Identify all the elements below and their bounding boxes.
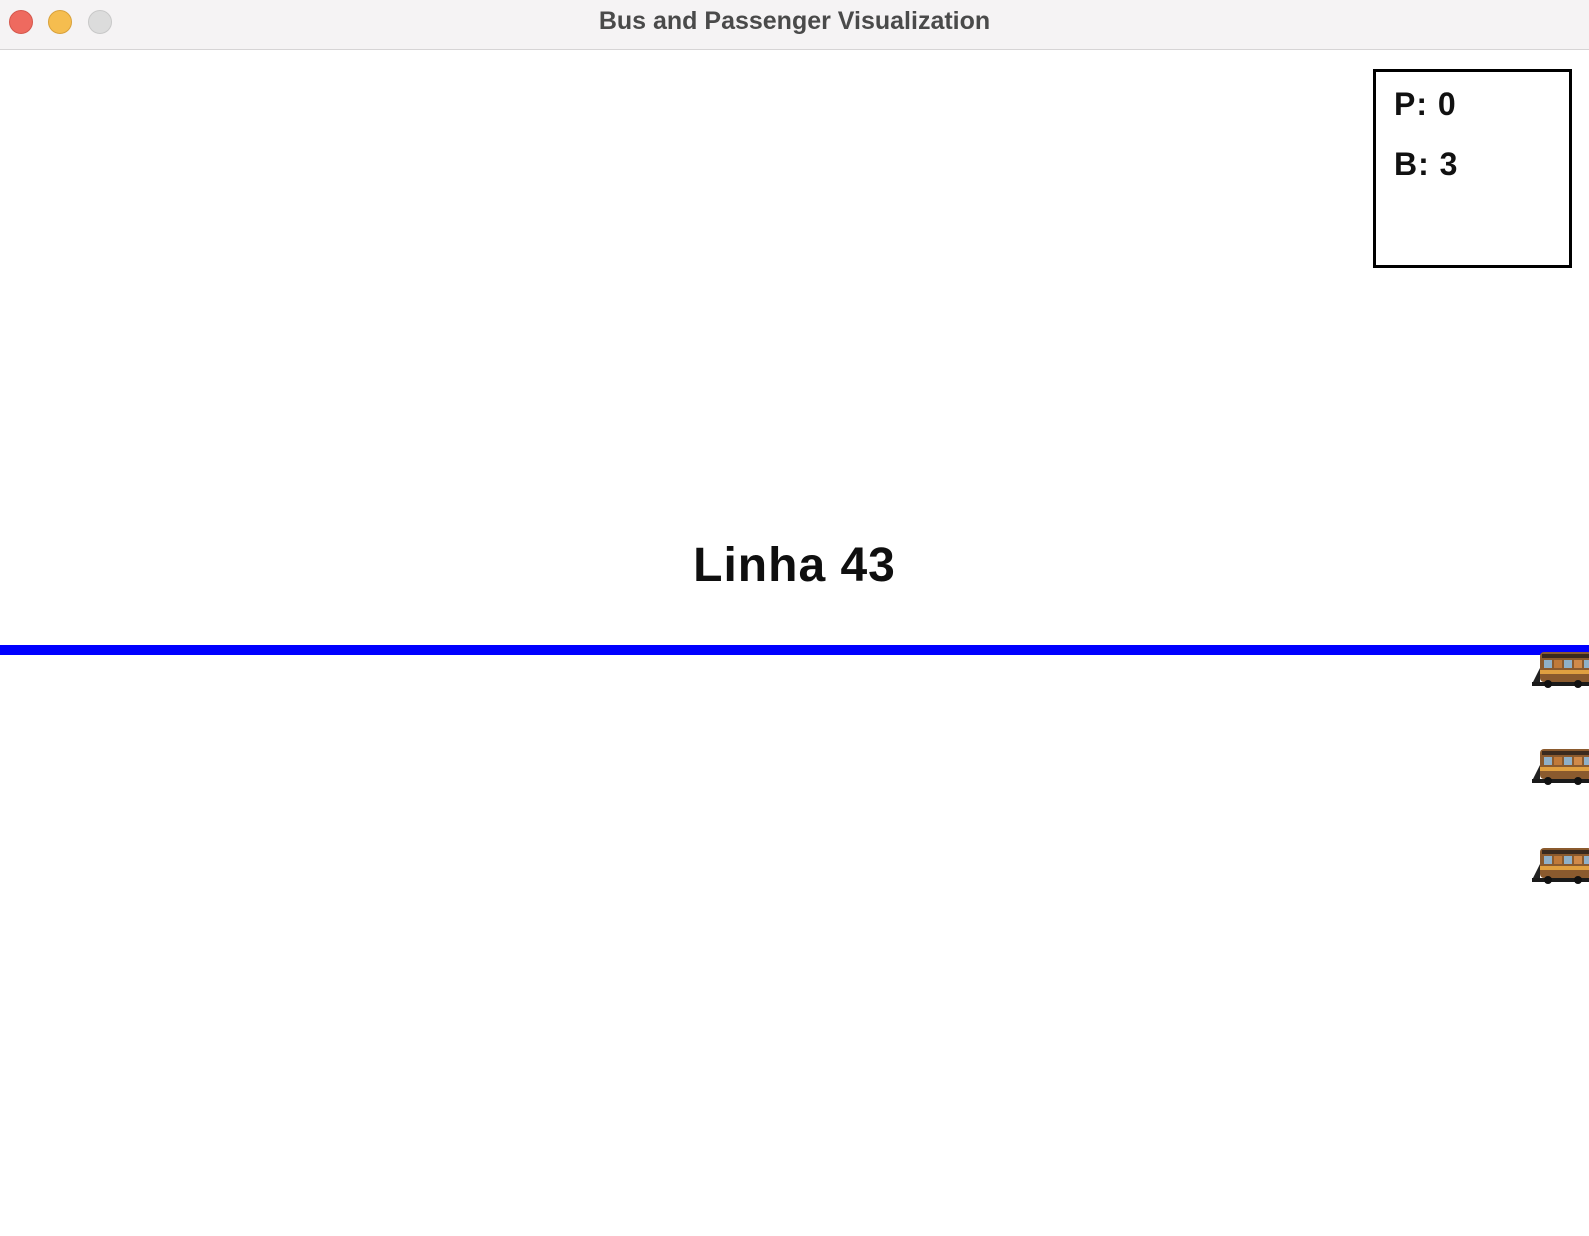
passenger-count: P: 0 [1394, 86, 1457, 122]
bus-icon [1532, 749, 1589, 785]
window-title: Bus and Passenger Visualization [598, 7, 991, 35]
route-line [0, 645, 1589, 655]
app-window: Bus and Passenger Visualization P: 0 B: … [0, 0, 1589, 1236]
bus-icon [1532, 652, 1589, 688]
bus-count: B: 3 [1394, 146, 1459, 182]
stats-panel: P: 0 B: 3 [1373, 69, 1572, 268]
title-bar: Bus and Passenger Visualization [0, 0, 1589, 50]
visualization-canvas: P: 0 B: 3 Linha 43 [0, 50, 1589, 1236]
route-label: Linha 43 [693, 539, 896, 592]
bus-icon [1532, 848, 1589, 884]
